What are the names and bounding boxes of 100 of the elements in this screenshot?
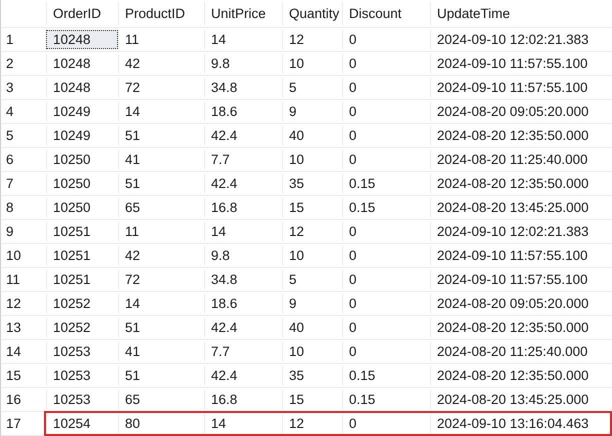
- table-cell: 42.4: [204, 366, 282, 385]
- table-cell: 42: [118, 54, 204, 73]
- table-cell: 10250: [46, 198, 118, 217]
- row-number: 5: [5, 127, 15, 145]
- row-number: 2: [5, 55, 15, 73]
- table-cell: 51: [118, 318, 204, 337]
- row-number: 9: [5, 223, 15, 241]
- table-cell: 9.8: [204, 246, 282, 265]
- table-cell: 2024-08-20 12:35:50.000: [430, 366, 610, 385]
- table-cell: 2024-09-10 11:57:55.100: [430, 54, 610, 73]
- table-cell: 2024-08-20 11:25:40.000: [430, 342, 610, 361]
- table-cell: 2024-08-20 09:05:20.000: [430, 102, 610, 121]
- table-cell: 41: [118, 150, 204, 169]
- table-cell: 0: [342, 78, 430, 97]
- table-cell: 0.15: [342, 390, 430, 409]
- table-cell: 0: [342, 150, 430, 169]
- table-cell: 2024-08-20 13:45:25.000: [430, 198, 610, 217]
- table-cell: 7.7: [204, 150, 282, 169]
- table-cell: 35: [282, 174, 342, 193]
- table-cell: 10: [282, 54, 342, 73]
- table-cell: 10249: [46, 126, 118, 145]
- row-number: 16: [5, 391, 22, 409]
- table-cell: 0: [342, 126, 430, 145]
- table-cell: 0.15: [342, 366, 430, 385]
- table-cell: 16.8: [204, 198, 282, 217]
- table-cell: 15: [282, 198, 342, 217]
- table-cell: 51: [118, 366, 204, 385]
- table-cell: 10: [282, 246, 342, 265]
- table-cell: 42.4: [204, 174, 282, 193]
- column-header[interactable]: Quantity: [282, 2, 342, 25]
- table-cell: 0.15: [342, 174, 430, 193]
- row-number: 14: [5, 343, 22, 361]
- table-cell: 12: [282, 413, 342, 434]
- table-cell: 34.8: [204, 270, 282, 289]
- table-cell: 2024-09-10 13:16:04.463: [430, 413, 610, 434]
- row-number: 12: [5, 295, 22, 313]
- table-cell: 2024-08-20 12:35:50.000: [430, 174, 610, 193]
- table-cell: 0: [342, 270, 430, 289]
- table-cell: 14: [204, 413, 282, 434]
- table-cell: 42.4: [204, 126, 282, 145]
- table-cell: 5: [282, 78, 342, 97]
- table-cell: 72: [118, 270, 204, 289]
- table-cell: 11: [118, 222, 204, 241]
- table-cell: 10250: [46, 174, 118, 193]
- table-cell: 10253: [46, 366, 118, 385]
- column-header[interactable]: ProductID: [118, 2, 204, 25]
- table-cell: 2024-08-20 13:45:25.000: [430, 390, 610, 409]
- row-number: 7: [5, 175, 15, 193]
- table-cell: 9.8: [204, 54, 282, 73]
- table-cell: 2024-09-10 11:57:55.100: [430, 78, 610, 97]
- table-cell: 10254: [46, 413, 118, 434]
- row-number: 6: [5, 151, 15, 169]
- row-number: 10: [5, 247, 22, 265]
- table-cell: 10248: [46, 30, 118, 49]
- table-cell: 11: [118, 30, 204, 49]
- table-cell: 2024-08-20 12:35:50.000: [430, 318, 610, 337]
- row-number: 15: [5, 367, 22, 385]
- table-cell: 15: [282, 390, 342, 409]
- table-cell: 0: [342, 413, 430, 434]
- table-cell: 2024-08-20 09:05:20.000: [430, 294, 610, 313]
- table-cell: 14: [118, 102, 204, 121]
- row-number: 17: [5, 415, 22, 433]
- table-cell: 2024-08-20 12:35:50.000: [430, 126, 610, 145]
- table-cell: 0: [342, 102, 430, 121]
- table-cell: 65: [118, 198, 204, 217]
- table-cell: 0: [342, 294, 430, 313]
- table-cell: 7.7: [204, 342, 282, 361]
- table-cell: 2024-09-10 12:02:21.383: [430, 30, 610, 49]
- table-cell: 10252: [46, 318, 118, 337]
- column-header[interactable]: UnitPrice: [204, 2, 282, 25]
- table-cell: 0.15: [342, 198, 430, 217]
- table-cell: 80: [118, 413, 204, 434]
- table-cell: 42: [118, 246, 204, 265]
- table-cell: 40: [282, 126, 342, 145]
- table-cell: 10250: [46, 150, 118, 169]
- table-cell: 2024-09-10 11:57:55.100: [430, 270, 610, 289]
- row-number: 8: [5, 199, 15, 217]
- table-cell: 10251: [46, 270, 118, 289]
- table-cell: 14: [204, 222, 282, 241]
- table-cell: 9: [282, 102, 342, 121]
- table-cell: 10: [282, 150, 342, 169]
- column-header[interactable]: Discount: [342, 2, 430, 25]
- table-cell: 10248: [46, 78, 118, 97]
- row-number: 11: [5, 271, 22, 289]
- table-cell: 14: [204, 30, 282, 49]
- table-cell: 12: [282, 30, 342, 49]
- table-cell: 14: [118, 294, 204, 313]
- table-cell: 65: [118, 390, 204, 409]
- table-cell: 35: [282, 366, 342, 385]
- table-cell: 10252: [46, 294, 118, 313]
- row-number: 4: [5, 103, 15, 121]
- column-header[interactable]: OrderID: [46, 2, 118, 25]
- table-cell: 34.8: [204, 78, 282, 97]
- column-header[interactable]: UpdateTime: [430, 2, 610, 25]
- table-cell: 2024-08-20 11:25:40.000: [430, 150, 610, 169]
- table-cell: 51: [118, 126, 204, 145]
- table-cell: 2024-09-10 11:57:55.100: [430, 246, 610, 265]
- table-cell: 41: [118, 342, 204, 361]
- table-cell: 0: [342, 318, 430, 337]
- table-cell: 10253: [46, 390, 118, 409]
